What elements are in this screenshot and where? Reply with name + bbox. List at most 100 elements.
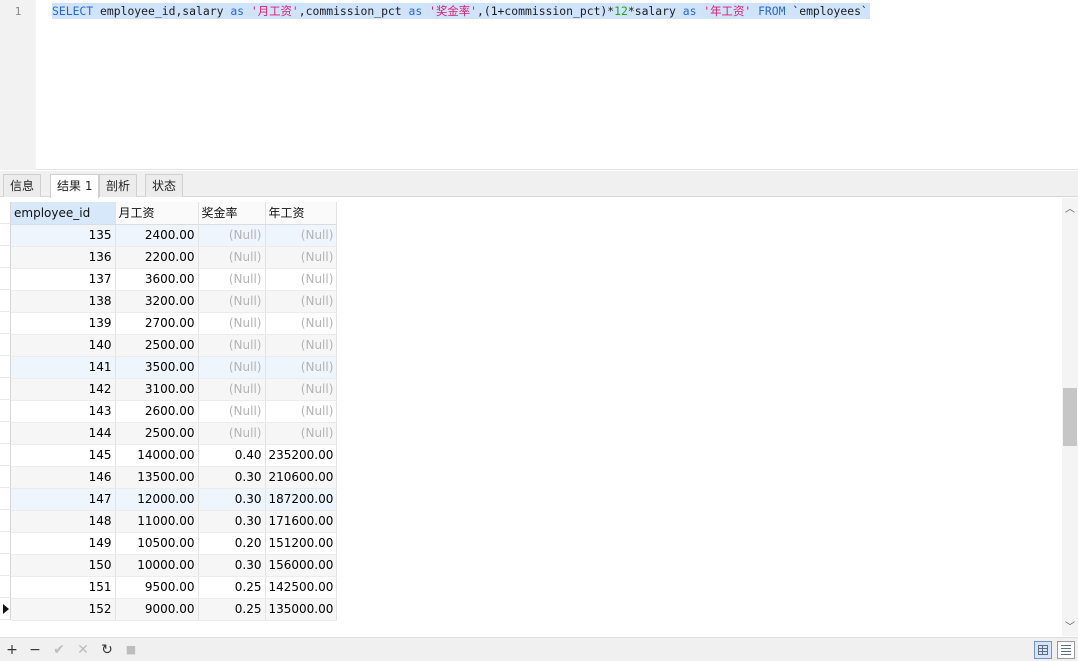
cell-commission-rate[interactable]: (Null) — [198, 422, 266, 445]
table-row[interactable]: 146 13500.00 0.30 210600.00 — [11, 466, 338, 489]
cell-monthly-salary[interactable]: 3200.00 — [115, 290, 199, 313]
table-row[interactable]: 142 3100.00 (Null) (Null) — [11, 378, 338, 401]
sql-editor[interactable]: 1 SELECT employee_id,salary as '月工资',com… — [0, 0, 1078, 170]
delete-record-icon[interactable]: − — [25, 640, 45, 660]
row-indicator[interactable] — [0, 290, 11, 312]
cell-commission-rate[interactable]: 0.25 — [198, 598, 266, 621]
cell-employee-id[interactable]: 151 — [11, 576, 116, 599]
cell-monthly-salary[interactable]: 10500.00 — [115, 532, 199, 555]
cell-employee-id[interactable]: 143 — [11, 400, 116, 423]
cell-monthly-salary[interactable]: 2600.00 — [115, 400, 199, 423]
cell-annual-salary[interactable]: (Null) — [265, 334, 338, 357]
row-indicator[interactable] — [0, 466, 11, 488]
row-indicator[interactable] — [0, 224, 11, 246]
row-indicator[interactable] — [0, 312, 11, 334]
cell-monthly-salary[interactable]: 11000.00 — [115, 510, 199, 533]
table-row[interactable]: 140 2500.00 (Null) (Null) — [11, 334, 338, 357]
cell-employee-id[interactable]: 145 — [11, 444, 116, 467]
cell-employee-id[interactable]: 140 — [11, 334, 116, 357]
cell-annual-salary[interactable]: 151200.00 — [265, 532, 338, 555]
cell-annual-salary[interactable]: (Null) — [265, 356, 338, 379]
tab-info[interactable]: 信息 — [3, 174, 42, 197]
table-row[interactable]: 136 2200.00 (Null) (Null) — [11, 246, 338, 269]
cell-commission-rate[interactable]: 0.40 — [198, 444, 266, 467]
cell-employee-id[interactable]: 144 — [11, 422, 116, 445]
sql-code-line[interactable]: SELECT employee_id,salary as '月工资',commi… — [52, 3, 870, 19]
row-indicator[interactable] — [0, 510, 11, 532]
cell-annual-salary[interactable]: (Null) — [265, 224, 338, 247]
cell-annual-salary[interactable]: (Null) — [265, 312, 338, 335]
cell-commission-rate[interactable]: 0.30 — [198, 554, 266, 577]
row-indicator[interactable] — [0, 444, 11, 466]
cell-monthly-salary[interactable]: 2200.00 — [115, 246, 199, 269]
scrollbar-thumb[interactable] — [1063, 388, 1077, 446]
cell-commission-rate[interactable]: 0.25 — [198, 576, 266, 599]
row-indicator[interactable] — [0, 356, 11, 378]
row-indicator[interactable] — [0, 554, 11, 576]
cell-commission-rate[interactable]: (Null) — [198, 400, 266, 423]
cell-commission-rate[interactable]: (Null) — [198, 290, 266, 313]
scroll-up-icon[interactable]: ︿ — [1062, 204, 1078, 216]
cell-monthly-salary[interactable]: 3600.00 — [115, 268, 199, 291]
table-row[interactable]: 147 12000.00 0.30 187200.00 — [11, 488, 338, 511]
column-header-monthly-salary[interactable]: 月工资 — [115, 202, 199, 225]
cell-commission-rate[interactable]: (Null) — [198, 378, 266, 401]
result-grid[interactable]: employee_id 月工资 奖金率 年工资 135 2400.00 (Null)… — [0, 198, 1062, 636]
cell-employee-id[interactable]: 136 — [11, 246, 116, 269]
table-row[interactable]: 144 2500.00 (Null) (Null) — [11, 422, 338, 445]
cell-annual-salary[interactable]: (Null) — [265, 246, 338, 269]
cell-commission-rate[interactable]: (Null) — [198, 246, 266, 269]
row-indicator[interactable] — [0, 400, 11, 422]
row-indicator[interactable] — [0, 598, 11, 620]
refresh-icon[interactable]: ↻ — [97, 640, 117, 660]
cell-monthly-salary[interactable]: 2700.00 — [115, 312, 199, 335]
cell-commission-rate[interactable]: 0.30 — [198, 488, 266, 511]
cell-employee-id[interactable]: 149 — [11, 532, 116, 555]
cell-monthly-salary[interactable]: 2400.00 — [115, 224, 199, 247]
cell-commission-rate[interactable]: (Null) — [198, 312, 266, 335]
cell-commission-rate[interactable]: (Null) — [198, 334, 266, 357]
table-row[interactable]: 149 10500.00 0.20 151200.00 — [11, 532, 338, 555]
tab-status[interactable]: 状态 — [145, 174, 184, 197]
cell-employee-id[interactable]: 152 — [11, 598, 116, 621]
scroll-down-icon[interactable]: ﹀ — [1062, 622, 1078, 634]
cell-employee-id[interactable]: 137 — [11, 268, 116, 291]
cell-commission-rate[interactable]: 0.30 — [198, 466, 266, 489]
table-row[interactable]: 151 9500.00 0.25 142500.00 — [11, 576, 338, 599]
cell-monthly-salary[interactable]: 14000.00 — [115, 444, 199, 467]
cell-commission-rate[interactable]: (Null) — [198, 224, 266, 247]
cell-annual-salary[interactable]: (Null) — [265, 378, 338, 401]
column-header-annual-salary[interactable]: 年工资 — [265, 202, 338, 225]
cell-employee-id[interactable]: 150 — [11, 554, 116, 577]
row-indicator[interactable] — [0, 488, 11, 510]
vertical-scrollbar[interactable]: ︿ ﹀ — [1062, 198, 1078, 636]
tab-result-1[interactable]: 结果 1 — [50, 174, 100, 198]
cell-annual-salary[interactable]: (Null) — [265, 400, 338, 423]
cell-annual-salary[interactable]: 156000.00 — [265, 554, 338, 577]
cell-annual-salary[interactable]: 142500.00 — [265, 576, 338, 599]
cell-employee-id[interactable]: 135 — [11, 224, 116, 247]
cell-annual-salary[interactable]: (Null) — [265, 422, 338, 445]
cell-employee-id[interactable]: 146 — [11, 466, 116, 489]
cell-commission-rate[interactable]: (Null) — [198, 268, 266, 291]
cell-employee-id[interactable]: 139 — [11, 312, 116, 335]
row-indicator[interactable] — [0, 576, 11, 598]
result-table[interactable]: employee_id 月工资 奖金率 年工资 135 2400.00 (Null)… — [11, 202, 338, 621]
table-row[interactable]: 152 9000.00 0.25 135000.00 — [11, 598, 338, 621]
table-row[interactable]: 150 10000.00 0.30 156000.00 — [11, 554, 338, 577]
cell-employee-id[interactable]: 147 — [11, 488, 116, 511]
table-row[interactable]: 137 3600.00 (Null) (Null) — [11, 268, 338, 291]
table-row[interactable]: 141 3500.00 (Null) (Null) — [11, 356, 338, 379]
cell-annual-salary[interactable]: 210600.00 — [265, 466, 338, 489]
row-indicator[interactable] — [0, 246, 11, 268]
table-row[interactable]: 135 2400.00 (Null) (Null) — [11, 224, 338, 247]
cell-annual-salary[interactable]: 171600.00 — [265, 510, 338, 533]
table-row[interactable]: 148 11000.00 0.30 171600.00 — [11, 510, 338, 533]
row-indicator[interactable] — [0, 532, 11, 554]
cell-monthly-salary[interactable]: 9000.00 — [115, 598, 199, 621]
add-record-icon[interactable]: + — [2, 640, 22, 660]
row-indicator[interactable] — [0, 268, 11, 290]
discard-changes-icon[interactable]: ✕ — [73, 640, 93, 660]
row-indicator[interactable] — [0, 378, 11, 400]
cell-commission-rate[interactable]: 0.30 — [198, 510, 266, 533]
